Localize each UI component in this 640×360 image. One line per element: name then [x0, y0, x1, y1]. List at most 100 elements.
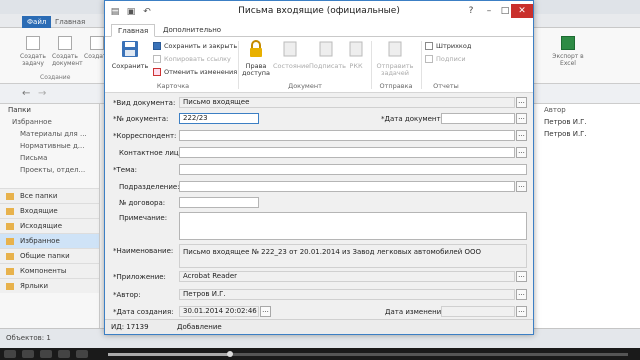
note-textarea[interactable]: [179, 212, 527, 240]
bg-sidebar-item[interactable]: Материалы для ...: [0, 128, 99, 140]
bg-create-task-label: Создать задачу: [20, 53, 46, 67]
contact-browse-button[interactable]: ...: [516, 147, 527, 158]
doc-type-field[interactable]: Письмо входящее: [179, 97, 515, 108]
pause-button[interactable]: [40, 350, 52, 358]
bg-sidebar-spacer: [0, 176, 99, 188]
author-label: *Автор:: [113, 291, 141, 299]
lock-icon: [250, 40, 262, 57]
bg-create-doc-button[interactable]: Создать документ: [52, 36, 83, 67]
contract-input[interactable]: [179, 197, 259, 208]
doc-date-label: *Дата документа:: [381, 115, 448, 123]
progress-track[interactable]: [108, 353, 628, 356]
access-rights-button[interactable]: Права доступа: [241, 40, 271, 77]
copy-link-button[interactable]: Копировать ссылку: [153, 54, 231, 64]
video-player-bar: [0, 348, 640, 360]
subject-input[interactable]: [179, 164, 527, 175]
save-close-icon: [153, 42, 161, 50]
forward-arrow-icon[interactable]: →: [38, 88, 46, 99]
bg-sidebar-item[interactable]: Письма: [0, 152, 99, 164]
undo-icon: [153, 68, 161, 76]
barcode-button[interactable]: Штрихкод: [425, 41, 471, 51]
bg-category-inbox[interactable]: Входящие: [0, 203, 99, 218]
app-field[interactable]: Acrobat Reader: [179, 271, 515, 282]
player-button[interactable]: [4, 350, 16, 358]
save-close-button[interactable]: Сохранить и закрыть: [153, 41, 237, 51]
app-label: *Приложение:: [113, 273, 166, 281]
note-label: Примечание:: [119, 214, 168, 222]
department-label: Подразделение:: [119, 183, 180, 191]
contact-field[interactable]: [179, 147, 515, 158]
close-button[interactable]: ✕: [511, 4, 533, 18]
bg-category-favorites[interactable]: Избранное: [0, 233, 99, 248]
group-card-label: Карточка: [156, 82, 190, 90]
bg-category-shared[interactable]: Общие папки: [0, 248, 99, 263]
bg-category-outbox[interactable]: Исходящие: [0, 218, 99, 233]
bg-sidebar-item[interactable]: Нормативные д...: [0, 140, 99, 152]
bg-tab-home[interactable]: Главная: [50, 16, 90, 28]
back-arrow-icon[interactable]: ←: [22, 88, 30, 99]
department-browse-button[interactable]: ...: [516, 181, 527, 192]
created-field[interactable]: 30.01.2014 20:02:46: [179, 306, 259, 317]
bg-list-author-header[interactable]: Автор: [530, 104, 640, 116]
progress-handle[interactable]: [227, 351, 234, 357]
bg-category-all-folders[interactable]: Все папки: [0, 188, 99, 203]
bg-list-row[interactable]: Петров И.Г.: [530, 116, 640, 128]
undo-label: Отменить изменения: [164, 68, 238, 76]
app-browse-button[interactable]: ...: [516, 271, 527, 282]
rkk-button[interactable]: РКК: [345, 40, 367, 70]
author-browse-button[interactable]: ...: [516, 289, 527, 300]
correspondent-field[interactable]: [179, 130, 515, 141]
bg-sidebar-item[interactable]: Проекты, отдел...: [0, 164, 99, 176]
sign-label: Подписать: [309, 62, 347, 70]
sign-button[interactable]: Подписать: [309, 40, 347, 70]
save-label: Сохранить: [111, 62, 149, 70]
author-field[interactable]: Петров И.Г.: [179, 289, 515, 300]
bg-list-row[interactable]: Петров И.Г.: [530, 128, 640, 140]
minimize-button[interactable]: –: [481, 4, 497, 18]
status-button[interactable]: Состояние: [273, 40, 310, 70]
doc-date-picker-button[interactable]: ...: [516, 113, 527, 124]
player-button[interactable]: [76, 350, 88, 358]
player-button[interactable]: [22, 350, 34, 358]
access-label: Права доступа: [242, 62, 270, 77]
bg-category-components[interactable]: Компоненты: [0, 263, 99, 278]
bg-create-task-button[interactable]: Создать задачу: [20, 36, 46, 67]
excel-icon: [561, 36, 575, 50]
ribbon-separator: [238, 41, 239, 89]
name-field[interactable]: Письмо входящее № 222_23 от 20.01.2014 и…: [179, 244, 527, 268]
bg-tab-file[interactable]: Файл: [22, 16, 52, 28]
player-button[interactable]: [58, 350, 70, 358]
group-reports-label: Отчеты: [433, 82, 459, 90]
doc-number-input[interactable]: 222/23: [179, 113, 259, 124]
tab-home[interactable]: Главная: [111, 24, 156, 37]
modified-date-picker-button[interactable]: ...: [516, 306, 527, 317]
send-tasks-button[interactable]: Отправить задачей: [373, 40, 417, 77]
floppy-disk-icon: [122, 41, 138, 57]
save-button[interactable]: Сохранить: [111, 40, 149, 70]
correspondent-browse-button[interactable]: ...: [516, 130, 527, 141]
bg-export-excel-button[interactable]: Экспорт в Excel: [550, 36, 586, 67]
signatures-icon: [425, 55, 433, 63]
status-label: Состояние: [273, 62, 310, 70]
doc-number-label: *№ документа:: [113, 115, 169, 123]
department-field[interactable]: [179, 181, 515, 192]
bg-sidebar-item[interactable]: Избранное: [0, 116, 99, 128]
tab-additional[interactable]: Дополнительно: [157, 24, 227, 37]
signatures-label: Подписи: [436, 55, 466, 63]
signatures-button[interactable]: Подписи: [425, 54, 466, 64]
document-icon: [58, 36, 72, 50]
sign-icon: [319, 41, 333, 57]
send-tasks-label: Отправить задачей: [376, 62, 414, 77]
help-icon[interactable]: ?: [463, 4, 479, 18]
bg-category-shortcuts[interactable]: Ярлыки: [0, 278, 99, 293]
create-icon: [90, 36, 104, 50]
modified-field[interactable]: [441, 306, 515, 317]
created-date-picker-button[interactable]: ...: [260, 306, 271, 317]
rkk-icon: [349, 41, 363, 57]
ribbon-separator: [371, 41, 372, 89]
doc-date-field[interactable]: [441, 113, 515, 124]
undo-changes-button[interactable]: Отменить изменения: [153, 67, 237, 77]
background-list-panel: Автор Петров И.Г. Петров И.Г.: [530, 104, 640, 328]
doc-type-browse-button[interactable]: ...: [516, 97, 527, 108]
link-icon: [153, 55, 161, 63]
